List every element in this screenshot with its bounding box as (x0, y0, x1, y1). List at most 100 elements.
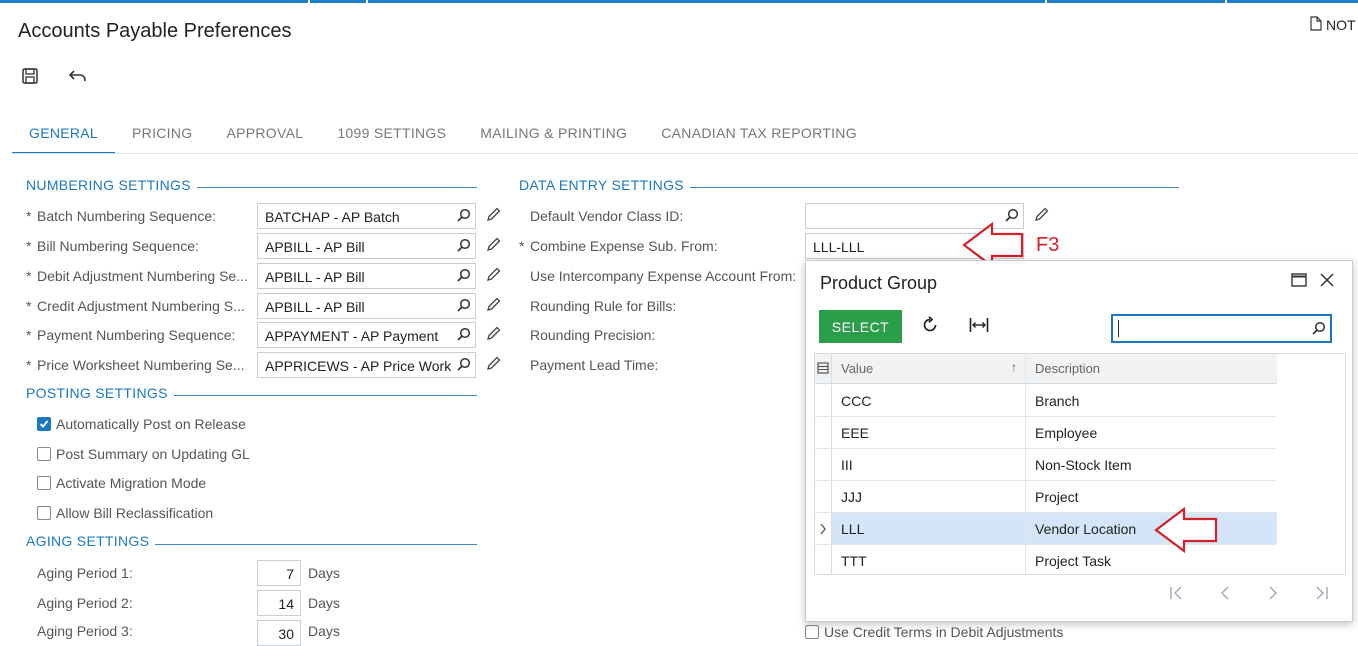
grid-settings-icon (817, 362, 829, 377)
search-icon[interactable] (457, 327, 471, 344)
checkbox-unchecked-icon (37, 476, 51, 490)
batch-numbering-label: Batch Numbering Sequence: (37, 208, 216, 224)
aging-settings-title: AGING SETTINGS (26, 533, 156, 549)
save-button[interactable] (18, 66, 42, 90)
search-icon[interactable] (457, 238, 471, 255)
bill-numbering-label: Bill Numbering Sequence: (37, 238, 199, 254)
grid-row[interactable]: CCC Branch (815, 385, 1277, 417)
previous-page-icon[interactable] (1217, 585, 1233, 606)
grid-row[interactable]: EEE Employee (815, 417, 1277, 449)
next-page-icon[interactable] (1265, 585, 1281, 606)
save-icon (21, 67, 39, 90)
search-icon[interactable] (457, 357, 471, 374)
cell-description: Project (1035, 489, 1079, 505)
edit-icon[interactable] (486, 297, 501, 317)
refresh-icon[interactable] (921, 316, 939, 339)
checkbox-label: Use Credit Terms in Debit Adjustments (824, 624, 1064, 640)
checkbox-label: Post Summary on Updating GL (56, 446, 250, 462)
payment-numbering-field[interactable]: APPAYMENT - AP Payment (257, 322, 476, 348)
edit-icon[interactable] (486, 267, 501, 287)
activate-migration-mode-checkbox[interactable]: Activate Migration Mode (37, 475, 206, 491)
edit-icon[interactable] (486, 207, 501, 227)
grid-settings-cell[interactable] (815, 354, 832, 383)
field-value: APBILL - AP Bill (265, 239, 365, 255)
top-bar-separator (366, 0, 368, 3)
checkbox-unchecked-icon (37, 506, 51, 520)
fit-columns-icon[interactable] (969, 317, 989, 338)
notes-button[interactable]: NOT (1310, 16, 1356, 34)
aging-period-2-input[interactable]: 14 (257, 590, 301, 616)
edit-icon[interactable] (486, 237, 501, 257)
bill-numbering-field[interactable]: APBILL - AP Bill (257, 233, 476, 259)
field-value: APPAYMENT - AP Payment (265, 328, 439, 344)
batch-numbering-field[interactable]: BATCHAP - AP Batch (257, 203, 476, 229)
grid-row[interactable]: III Non-Stock Item (815, 449, 1277, 481)
top-bar-separator (1045, 0, 1047, 3)
cell-value: CCC (832, 385, 1026, 416)
cell-value: TTT (832, 545, 1026, 574)
aging-period-1-label: Aging Period 1: (37, 565, 133, 581)
aging-period-2-label: Aging Period 2: (37, 595, 133, 611)
edit-icon[interactable] (486, 326, 501, 346)
tab-approval[interactable]: APPROVAL (209, 114, 320, 154)
default-vendor-class-label: Default Vendor Class ID: (530, 208, 684, 224)
tab-1099-settings[interactable]: 1099 SETTINGS (320, 114, 463, 154)
cell-description: Branch (1035, 393, 1080, 409)
required-marker: * (26, 238, 32, 254)
last-page-icon[interactable] (1313, 585, 1329, 606)
undo-icon (68, 67, 88, 90)
checkbox-unchecked-icon (37, 447, 51, 461)
auto-post-on-release-checkbox[interactable]: Automatically Post on Release (37, 416, 246, 432)
edit-icon[interactable] (1034, 207, 1049, 227)
notes-label: NOT (1326, 17, 1356, 33)
tab-canadian-tax-reporting[interactable]: CANADIAN TAX REPORTING (644, 114, 874, 154)
search-icon[interactable] (457, 208, 471, 225)
posting-settings-title: POSTING SETTINGS (26, 385, 174, 401)
dialog-title: Product Group (820, 273, 938, 293)
search-icon[interactable] (457, 268, 471, 285)
edit-icon[interactable] (486, 356, 501, 376)
field-value: APPRICEWS - AP Price Work (265, 358, 452, 374)
rounding-rule-label: Rounding Rule for Bills: (530, 298, 677, 314)
maximize-icon[interactable] (1291, 273, 1307, 292)
product-group-grid: Value ↑ Description CCC Branch EEE Emplo… (814, 353, 1346, 575)
chevron-right-icon (819, 522, 827, 538)
close-icon[interactable] (1320, 273, 1334, 292)
aging-period-1-unit: Days (308, 565, 340, 581)
column-header-description[interactable]: Description (1026, 354, 1277, 383)
tab-general[interactable]: GENERAL (12, 114, 116, 154)
aging-period-3-input[interactable]: 30 (257, 620, 301, 646)
select-button[interactable]: SELECT (819, 310, 902, 343)
first-page-icon[interactable] (1169, 585, 1185, 606)
debit-adjustment-numbering-field[interactable]: APBILL - AP Bill (257, 263, 476, 289)
annotation-arrow-icon (1154, 507, 1218, 553)
allow-bill-reclassification-checkbox[interactable]: Allow Bill Reclassification (37, 505, 213, 521)
column-label: Description (1035, 361, 1101, 376)
text-cursor (1118, 320, 1119, 337)
price-worksheet-numbering-field[interactable]: APPRICEWS - AP Price Work (257, 352, 476, 378)
row-selector (815, 545, 832, 574)
column-header-value[interactable]: Value ↑ (832, 354, 1026, 383)
required-marker: * (26, 208, 32, 224)
credit-adjustment-numbering-field[interactable]: APBILL - AP Bill (257, 293, 476, 319)
field-value: APBILL - AP Bill (265, 269, 365, 285)
tab-mailing-printing[interactable]: MAILING & PRINTING (463, 114, 644, 154)
undo-button[interactable] (66, 66, 90, 90)
search-icon[interactable] (457, 298, 471, 315)
intercompany-expense-label: Use Intercompany Expense Account From: (530, 268, 797, 284)
search-input[interactable] (1111, 314, 1332, 343)
payment-numbering-label: Payment Numbering Sequence: (37, 327, 236, 343)
search-icon[interactable] (1312, 321, 1326, 340)
required-marker: * (26, 268, 32, 284)
price-worksheet-numbering-label: Price Worksheet Numbering Se... (37, 357, 245, 373)
tab-bar: GENERAL PRICING APPROVAL 1099 SETTINGS M… (12, 114, 874, 154)
row-selector (815, 513, 832, 544)
top-accent-bar (0, 0, 1358, 3)
aging-period-1-input[interactable]: 7 (257, 560, 301, 586)
post-summary-checkbox[interactable]: Post Summary on Updating GL (37, 446, 250, 462)
combine-expense-sub-label: Combine Expense Sub. From: (530, 238, 718, 254)
use-credit-terms-checkbox[interactable]: Use Credit Terms in Debit Adjustments (805, 624, 1063, 640)
field-value: BATCHAP - AP Batch (265, 209, 400, 225)
tab-pricing[interactable]: PRICING (115, 114, 209, 154)
checkbox-label: Automatically Post on Release (56, 416, 246, 432)
